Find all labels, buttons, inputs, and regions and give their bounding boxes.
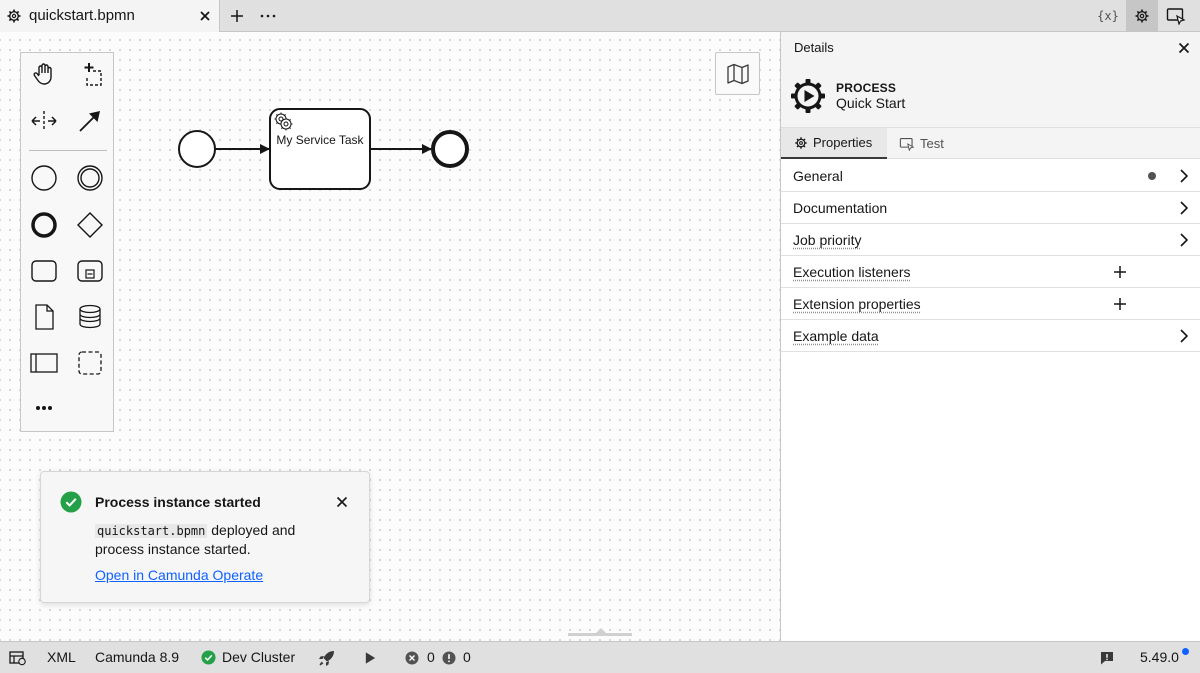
group-documentation[interactable]: Documentation (781, 192, 1200, 224)
variables-icon[interactable]: {x} (1096, 7, 1120, 25)
notification-filename: quickstart.bpmn (95, 524, 208, 538)
tab-properties-label: Properties (813, 135, 873, 150)
start-event[interactable] (178, 130, 216, 168)
tab-bar: quickstart.bpmn {x} (0, 0, 1200, 32)
warning-count[interactable]: 0 (463, 649, 471, 665)
plus-icon[interactable] (1113, 265, 1127, 279)
end-event[interactable] (431, 130, 469, 168)
close-icon[interactable] (197, 8, 213, 24)
plus-icon[interactable] (229, 8, 245, 24)
notification-toast: Process instance started quickstart.bpmn… (40, 471, 370, 603)
panel-header: Details PROCESS Quick Start (781, 32, 1200, 128)
tab-test-label: Test (920, 136, 944, 151)
bottom-panel-handle[interactable] (568, 628, 632, 636)
group-general[interactable]: General (781, 160, 1200, 192)
has-content-dot (1148, 172, 1156, 180)
element-name: Quick Start (836, 95, 906, 111)
notification-title: Process instance started (95, 494, 261, 510)
gear-icon (7, 9, 21, 23)
tab-quickstart[interactable]: quickstart.bpmn (0, 0, 220, 32)
group-label: Job priority (793, 232, 862, 248)
close-icon[interactable] (1177, 41, 1191, 55)
chevron-right-icon[interactable] (1178, 328, 1190, 344)
group-example-data[interactable]: Example data (781, 320, 1200, 352)
group-job-priority[interactable]: Job priority (781, 224, 1200, 256)
diagram-canvas[interactable]: My Service Task Process instance started… (0, 32, 780, 641)
status-bar: XML Camunda 8.9 Dev Cluster 0 0 5.49.0 (0, 641, 1200, 673)
group-label: Documentation (793, 200, 888, 216)
error-count[interactable]: 0 (427, 649, 435, 665)
group-extension-properties[interactable]: Extension properties (781, 288, 1200, 320)
settings-icon (1135, 9, 1149, 23)
checkmark-icon (60, 491, 82, 513)
deploy-icon[interactable] (317, 648, 337, 668)
property-groups: General Documentation Job priority Executio… (781, 160, 1200, 352)
map-icon (727, 63, 749, 85)
test-panel-icon (899, 137, 915, 151)
warning-icon (442, 651, 456, 665)
chevron-right-icon[interactable] (1178, 168, 1190, 184)
update-dot (1182, 648, 1189, 655)
xml-button[interactable]: XML (47, 649, 76, 665)
tab-test[interactable]: Test (887, 128, 957, 159)
tab-title: quickstart.bpmn (29, 7, 135, 24)
toggle-panel-icon[interactable] (9, 650, 27, 666)
process-icon (791, 79, 825, 113)
group-label: General (793, 168, 843, 184)
gear-icon (795, 136, 807, 149)
minimap-toggle[interactable] (715, 52, 760, 95)
notification-body: quickstart.bpmn deployed and process ins… (95, 521, 335, 558)
plus-icon[interactable] (1113, 297, 1127, 311)
feedback-icon[interactable] (1100, 651, 1114, 665)
chevron-right-icon[interactable] (1178, 232, 1190, 248)
service-task-label: My Service Task (276, 133, 364, 147)
open-operate-link[interactable]: Open in Camunda Operate (95, 567, 263, 583)
overflow-icon[interactable] (259, 8, 277, 24)
connected-icon (201, 650, 216, 665)
panel-tabs: Properties Test (781, 128, 1200, 159)
tab-properties[interactable]: Properties (781, 128, 887, 159)
cluster-button[interactable]: Dev Cluster (222, 649, 295, 665)
test-panel-icon[interactable] (1166, 7, 1186, 25)
error-icon (405, 651, 419, 665)
group-label: Extension properties (793, 296, 921, 312)
chevron-right-icon[interactable] (1178, 200, 1190, 216)
properties-panel: Details PROCESS Quick Start Properties T… (780, 32, 1200, 641)
panel-title: Details (794, 40, 834, 55)
settings-button[interactable] (1126, 0, 1158, 32)
group-label: Example data (793, 328, 879, 344)
group-label: Execution listeners (793, 264, 911, 280)
close-icon[interactable] (334, 494, 350, 510)
element-type: PROCESS (836, 81, 897, 95)
group-execution-listeners[interactable]: Execution listeners (781, 256, 1200, 288)
app-version[interactable]: 5.49.0 (1140, 649, 1179, 665)
run-icon[interactable] (364, 651, 377, 665)
engine-version-button[interactable]: Camunda 8.9 (95, 649, 179, 665)
